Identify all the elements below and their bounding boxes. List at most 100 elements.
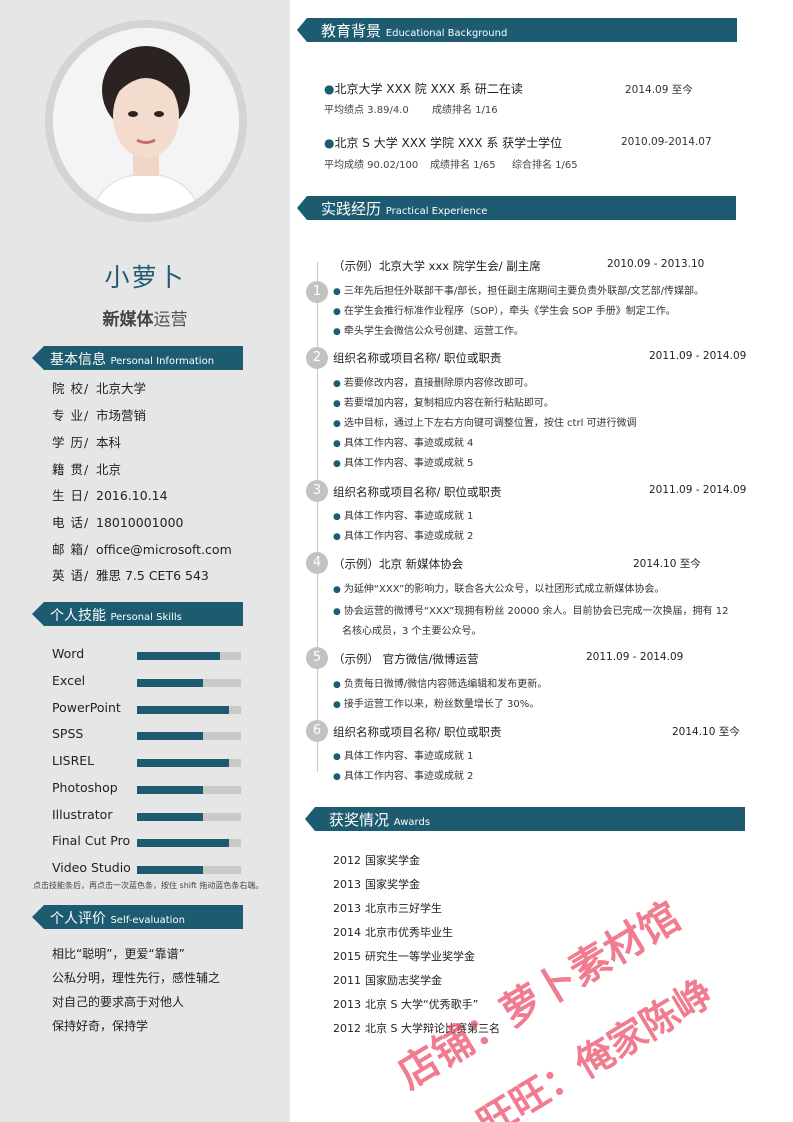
basic-info-label: 邮 箱/ bbox=[52, 542, 90, 557]
practice-bullet-text: 接手运营工作以来，粉丝数量增长了 30%。 bbox=[343, 699, 540, 710]
bullet-dot-icon: ● bbox=[333, 700, 341, 710]
education-entry-date: 2014.09 至今 bbox=[625, 84, 693, 96]
education-entry-detail: 成绩排名 1/65 bbox=[430, 160, 496, 171]
practice-bullet-text: 负责每日微博/微信内容筛选编辑和发布更新。 bbox=[343, 679, 548, 690]
award-text: 国家励志奖学金 bbox=[365, 974, 442, 987]
practice-entry-date: 2011.09 - 2014.09 bbox=[649, 350, 747, 362]
practice-bullet-text: 具体工作内容、事迹或成就 2 bbox=[343, 771, 474, 782]
skill-row: PowerPoint bbox=[52, 700, 242, 716]
award-text: 国家奖学金 bbox=[365, 854, 420, 867]
timeline-number-badge: 1 bbox=[306, 281, 328, 303]
practice-entry-date: 2014.10 至今 bbox=[672, 726, 740, 738]
education-entry-date: 2010.09-2014.07 bbox=[621, 136, 712, 148]
practice-entry-title: （示例）北京大学 xxx 院学生会/ 副主席 bbox=[333, 259, 541, 273]
practice-bullet: ● 协会运营的微博号“XXX”现拥有粉丝 20000 余人。目前协会已完成一次换届… bbox=[333, 602, 728, 617]
skill-row: Final Cut Pro bbox=[52, 833, 242, 849]
award-item: 2011 国家励志奖学金 bbox=[333, 972, 442, 988]
practice-bullet-text: 牵头学生会微信公众号创建、运营工作。 bbox=[343, 326, 524, 337]
basic-info-value: 本科 bbox=[96, 435, 122, 450]
bullet-dot-icon: ● bbox=[333, 680, 341, 690]
skill-row: Illustrator bbox=[52, 807, 242, 823]
education-header: 教育背景 Educational Background bbox=[297, 18, 737, 42]
education-entry-detail: 综合排名 1/65 bbox=[512, 160, 578, 171]
timeline-number-badge: 4 bbox=[306, 552, 328, 574]
evaluation-line: 对自己的要求高于对他人 bbox=[52, 995, 185, 1009]
avatar bbox=[53, 28, 239, 214]
basic-info-row: 英 语/雅思 7.5 CET6 543 bbox=[52, 565, 209, 584]
practice-bullet: ● 若要增加内容，复制相应内容在新行粘贴即可。 bbox=[333, 394, 554, 409]
practice-entry-title: （示例）北京 新媒体协会 bbox=[333, 557, 464, 571]
basic-info-label: 学 历/ bbox=[52, 435, 90, 450]
skill-bar-fill bbox=[137, 705, 229, 714]
basic-info-row: 专 业/市场营销 bbox=[52, 405, 146, 424]
bullet-dot-icon: ● bbox=[333, 532, 341, 542]
skill-name: PowerPoint bbox=[52, 699, 121, 715]
bullet-dot-icon: ● bbox=[333, 459, 341, 469]
skill-row: Excel bbox=[52, 673, 242, 689]
practice-bullet-continuation: 名核心成员，3 个主要公众号。 bbox=[342, 626, 482, 637]
practice-entry-date: 2010.09 - 2013.10 bbox=[607, 258, 705, 270]
sidebar: 小萝卜 新媒体运营 基本信息 Personal Information 院 校/… bbox=[0, 0, 290, 1122]
education-entry-text: 北京 S 大学 XXX 学院 XXX 系 获学士学位 bbox=[334, 136, 563, 150]
practice-header: 实践经历 Practical Experience bbox=[297, 196, 736, 220]
education-entry-detail: 平均成绩 90.02/100 bbox=[324, 160, 419, 171]
practice-bullet: ● 负责每日微博/微信内容筛选编辑和发布更新。 bbox=[333, 675, 547, 690]
timeline-number-badge: 2 bbox=[306, 347, 328, 369]
practice-bullet: ● 若要修改内容，直接删除原内容修改即可。 bbox=[333, 374, 534, 389]
award-year: 2011 bbox=[333, 974, 361, 987]
basic-info-value: 北京大学 bbox=[96, 381, 147, 396]
practice-entry-title: 组织名称或项目名称/ 职位或职责 bbox=[333, 351, 502, 365]
practice-bullet: ● 具体工作内容、事迹或成就 4 bbox=[333, 434, 473, 449]
bullet-dot-icon: ● bbox=[333, 419, 341, 429]
practice-bullet: ● 三年先后担任外联部干事/部长，担任副主席期间主要负责外联部/文艺部/传媒部。 bbox=[333, 282, 704, 297]
practice-entry-date: 2011.09 - 2014.09 bbox=[649, 484, 747, 496]
skills-title: 个人技能 bbox=[50, 608, 106, 624]
basic-info-row: 学 历/本科 bbox=[52, 432, 121, 451]
awards-title-en: Awards bbox=[393, 817, 431, 828]
practice-bullet-text: 具体工作内容、事迹或成就 2 bbox=[343, 531, 474, 542]
basic-info-row: 邮 箱/office@microsoft.com bbox=[52, 539, 232, 558]
education-entry-detail: 平均绩点 3.89/4.0 bbox=[324, 105, 409, 116]
practice-title: 实践经历 bbox=[321, 200, 382, 218]
practice-bullet-text: 具体工作内容、事迹或成就 1 bbox=[343, 751, 474, 762]
basic-info-row: 生 日/2016.10.14 bbox=[52, 485, 168, 504]
basic-info-header: 基本信息 Personal Information bbox=[32, 346, 243, 370]
resume-page: 小萝卜 新媒体运营 基本信息 Personal Information 院 校/… bbox=[0, 0, 793, 1122]
education-entry-title: ●北京 S 大学 XXX 学院 XXX 系 获学士学位 bbox=[324, 134, 562, 151]
practice-bullet: ● 接手运营工作以来，粉丝数量增长了 30%。 bbox=[333, 695, 539, 710]
practice-title-en: Practical Experience bbox=[385, 206, 488, 217]
education-entry-detail: 成绩排名 1/16 bbox=[432, 105, 498, 116]
bullet-dot-icon: ● bbox=[333, 752, 341, 762]
skill-name: Word bbox=[52, 646, 85, 661]
practice-bullet-text: 为延伸“XXX”的影响力，联合各大公众号，以社团形式成立新媒体协会。 bbox=[343, 584, 665, 595]
bullet-dot-icon: ● bbox=[333, 287, 341, 297]
skill-bar-fill bbox=[137, 652, 221, 660]
practice-bullet: ● 具体工作内容、事迹或成就 2 bbox=[333, 527, 473, 542]
basic-info-value: 北京 bbox=[96, 462, 122, 477]
job-title-rest: 运营 bbox=[153, 310, 188, 330]
basic-info-title-en: Personal Information bbox=[110, 356, 215, 367]
basic-info-row: 院 校/北京大学 bbox=[52, 378, 146, 397]
education-entry-text: 北京大学 XXX 院 XXX 系 研二在读 bbox=[334, 82, 523, 96]
basic-info-label: 籍 贯/ bbox=[52, 462, 90, 477]
skill-row: Photoshop bbox=[52, 780, 242, 796]
basic-info-label: 院 校/ bbox=[52, 381, 90, 396]
practice-bullet: ● 为延伸“XXX”的影响力，联合各大公众号，以社团形式成立新媒体协会。 bbox=[333, 580, 664, 595]
basic-info-label: 电 话/ bbox=[52, 515, 90, 530]
evaluation-line: 相比“聪明”，更爱“靠谱” bbox=[52, 947, 185, 961]
practice-bullet-text: 协会运营的微博号“XXX”现拥有粉丝 20000 余人。目前协会已完成一次换届，… bbox=[343, 606, 729, 617]
skill-row: SPSS bbox=[52, 726, 242, 742]
bullet-dot-icon: ● bbox=[333, 512, 341, 522]
practice-bullet: ● 具体工作内容、事迹或成就 1 bbox=[333, 507, 473, 522]
skill-bar-fill bbox=[137, 678, 203, 687]
education-title-en: Educational Background bbox=[385, 28, 508, 39]
practice-bullet: ● 牵头学生会微信公众号创建、运营工作。 bbox=[333, 322, 524, 337]
basic-info-row: 籍 贯/北京 bbox=[52, 459, 121, 478]
practice-bullet: ● 具体工作内容、事迹或成就 2 bbox=[333, 767, 473, 782]
skill-name: Photoshop bbox=[52, 779, 118, 795]
practice-bullet-text: 具体工作内容、事迹或成就 1 bbox=[343, 511, 474, 522]
skill-name: Excel bbox=[52, 672, 86, 688]
skill-bar-fill bbox=[137, 759, 229, 767]
award-year: 2012 bbox=[333, 1022, 361, 1035]
skill-bar-track bbox=[137, 705, 241, 714]
